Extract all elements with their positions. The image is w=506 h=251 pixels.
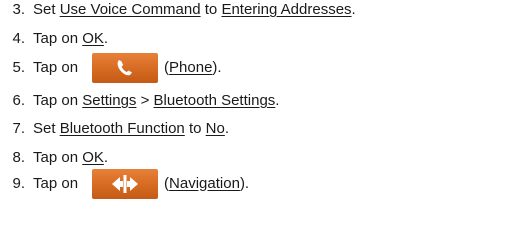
step-text: . (275, 92, 280, 109)
step-text: . (224, 120, 229, 137)
step-7: 7. Set Bluetooth Function to No . (0, 120, 229, 138)
step-text: to (200, 1, 222, 18)
step-6: 6. Tap on Settings > Bluetooth Settings … (0, 92, 279, 110)
entering-addresses-link[interactable]: Entering Addresses (221, 1, 351, 19)
step-number: 7. (12, 120, 25, 137)
navigation-link[interactable]: Navigation (169, 175, 240, 193)
phone-icon (117, 60, 133, 76)
step-text: Tap on (33, 149, 83, 166)
step-text: Tap on (33, 30, 83, 47)
ok-link[interactable]: OK (82, 30, 104, 48)
step-number: 5. (12, 59, 25, 76)
use-voice-command-link[interactable]: Use Voice Command (60, 1, 201, 19)
step-text: to (184, 120, 206, 137)
step-text: Tap on (33, 59, 79, 76)
no-link[interactable]: No (206, 120, 225, 138)
step-4: 4. Tap on OK . (0, 30, 108, 48)
ok-link[interactable]: OK (82, 149, 104, 167)
step-number: 8. (12, 149, 25, 166)
step-text: . (103, 30, 109, 47)
phone-button[interactable] (92, 53, 159, 83)
navigation-button[interactable] (92, 168, 159, 199)
step-number: 4. (12, 30, 25, 47)
step-text: Tap on (33, 92, 83, 109)
step-text: > (136, 92, 154, 109)
step-text: . (103, 149, 109, 166)
step-9: 9. Tap on ( Navigation ). (0, 168, 249, 199)
step-8: 8. Tap on OK . (0, 149, 108, 167)
bluetooth-function-link[interactable]: Bluetooth Function (60, 120, 185, 138)
step-number: 3. (12, 1, 25, 18)
phone-link[interactable]: Phone (169, 59, 212, 77)
settings-link[interactable]: Settings (82, 92, 136, 110)
step-text: . (351, 1, 356, 18)
step-text: Tap on (33, 174, 79, 192)
navigation-icon (112, 174, 139, 193)
step-text: Set (33, 1, 60, 18)
step-5: 5. Tap on ( Phone ). (0, 53, 222, 83)
bluetooth-settings-link[interactable]: Bluetooth Settings (154, 92, 276, 110)
step-number: 9. (12, 174, 25, 192)
step-text: ). (239, 174, 250, 192)
step-text: Set (33, 120, 60, 137)
step-text: ). (212, 59, 222, 76)
step-number: 6. (12, 92, 25, 109)
step-3: 3. Set Use Voice Command to Entering Add… (0, 1, 356, 19)
